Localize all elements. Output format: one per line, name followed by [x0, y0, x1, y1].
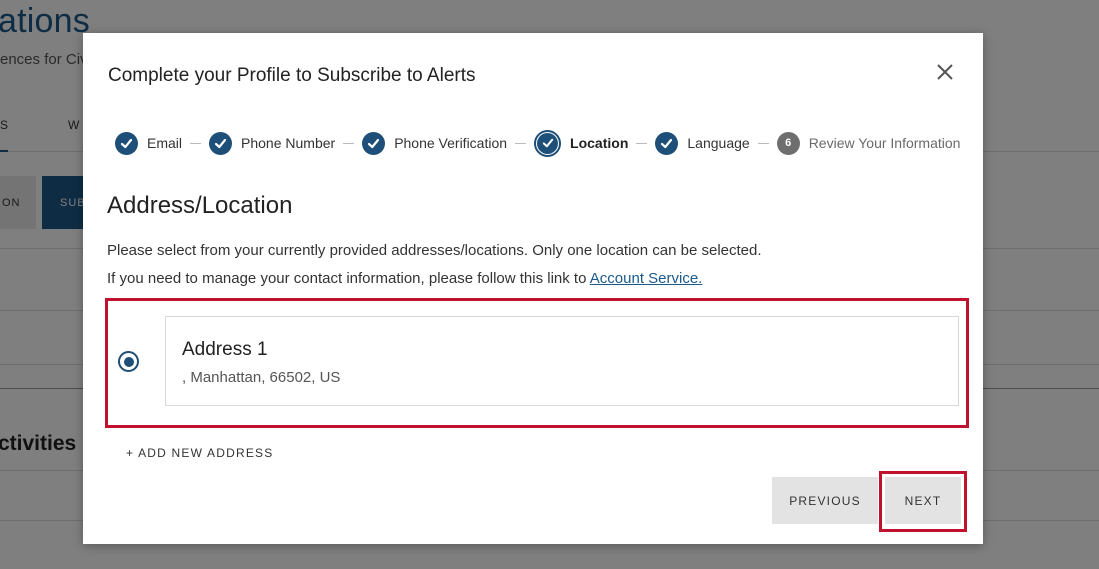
- step-number-badge: 6: [776, 131, 800, 155]
- check-icon: [115, 131, 138, 155]
- account-service-link[interactable]: Account Service.: [590, 270, 703, 287]
- check-icon: [362, 131, 386, 155]
- step-review[interactable]: 6 Review Your Information: [776, 131, 961, 155]
- next-button[interactable]: NEXT: [885, 477, 961, 524]
- step-separator: [343, 142, 355, 144]
- account-service-prefix: If you need to manage your contact infor…: [107, 270, 590, 287]
- step-label: Language: [687, 135, 750, 151]
- account-service-text: If you need to manage your contact infor…: [107, 270, 702, 287]
- close-icon[interactable]: [932, 59, 958, 85]
- step-separator: [190, 142, 202, 144]
- address-detail: , Manhattan, 66502, US: [182, 369, 341, 386]
- modal-title: Complete your Profile to Subscribe to Al…: [108, 65, 476, 86]
- add-new-address-button[interactable]: + ADD NEW ADDRESS: [126, 446, 273, 460]
- step-label: Email: [147, 135, 183, 151]
- check-icon: [209, 131, 233, 155]
- check-icon: [655, 131, 679, 155]
- step-separator: [515, 142, 527, 144]
- address-card[interactable]: Address 1 , Manhattan, 66502, US: [165, 316, 959, 406]
- address-name: Address 1: [182, 339, 268, 360]
- previous-button[interactable]: PREVIOUS: [772, 477, 878, 524]
- step-language[interactable]: Language: [655, 131, 750, 155]
- step-phone-number[interactable]: Phone Number: [209, 131, 336, 155]
- step-location[interactable]: Location: [534, 129, 629, 157]
- check-icon: [534, 129, 562, 157]
- section-heading: Address/Location: [107, 192, 293, 219]
- instructions-text: Please select from your currently provid…: [107, 242, 762, 259]
- subscribe-alerts-modal: Complete your Profile to Subscribe to Al…: [83, 33, 983, 544]
- step-label: Phone Number: [241, 135, 336, 151]
- step-label: Location: [570, 135, 629, 151]
- step-label: Review Your Information: [808, 135, 961, 151]
- step-separator: [757, 142, 769, 144]
- radio-selected-dot: [123, 356, 134, 367]
- step-label: Phone Verification: [394, 135, 508, 151]
- step-separator: [636, 142, 648, 144]
- step-email[interactable]: Email: [115, 131, 183, 155]
- progress-stepper: Email Phone Number Phone Verification Lo…: [115, 129, 961, 157]
- step-phone-verification[interactable]: Phone Verification: [362, 131, 508, 155]
- address-radio[interactable]: [118, 351, 139, 372]
